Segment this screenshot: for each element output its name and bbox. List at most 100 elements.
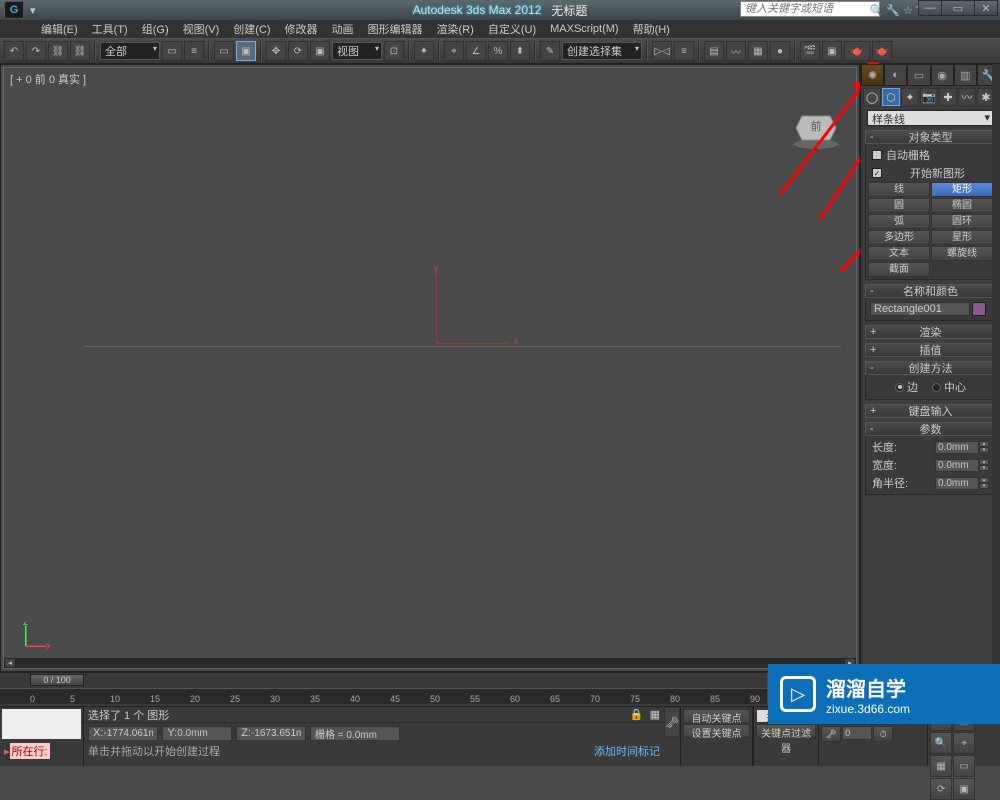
menu-maxscript[interactable]: MAXScript(M) — [544, 23, 624, 35]
named-sel-button[interactable]: ✎ — [540, 41, 560, 61]
menu-create[interactable]: 创建(C) — [227, 21, 276, 37]
ngon-button[interactable]: 多边形 — [868, 230, 930, 245]
line-button[interactable]: 线 — [868, 182, 930, 197]
edge-radio[interactable] — [895, 383, 904, 392]
menu-group[interactable]: 组(G) — [136, 21, 175, 37]
undo-button[interactable]: ↶ — [4, 41, 24, 61]
time-slider-handle[interactable]: 0 / 100 — [30, 674, 84, 686]
name-color-header[interactable]: -名称和颜色 — [865, 284, 996, 298]
select-rect-button[interactable]: ▭ — [214, 41, 234, 61]
search-box[interactable] — [740, 1, 880, 17]
text-button[interactable]: 文本 — [868, 246, 930, 261]
redo-button[interactable]: ↷ — [26, 41, 46, 61]
render-setup-button[interactable]: 🎬 — [800, 41, 820, 61]
object-type-header[interactable]: -对象类型 — [865, 130, 996, 144]
menu-tools[interactable]: 工具(T) — [86, 21, 134, 37]
move-button[interactable]: ✥ — [266, 41, 286, 61]
zoom-region-button[interactable]: ▭ — [953, 755, 975, 777]
hierarchy-tab[interactable]: ▭ — [907, 64, 930, 86]
autokey-button[interactable]: 自动关键点 — [683, 709, 750, 723]
geometry-category[interactable]: ◯ — [863, 88, 881, 106]
search-input[interactable] — [745, 3, 875, 15]
time-ruler[interactable]: 051015202530354045505560657075808590 — [0, 688, 767, 704]
menu-modifiers[interactable]: 修改器 — [279, 21, 324, 37]
object-name-input[interactable] — [870, 302, 970, 316]
ref-coord-dropdown[interactable]: 视图 — [332, 42, 382, 60]
render-frame-button[interactable]: ▣ — [822, 41, 842, 61]
layers-button[interactable]: ▤ — [704, 41, 724, 61]
time-slider[interactable]: 0 / 100 — [0, 673, 767, 688]
curve-editor-button[interactable]: 〰 — [726, 41, 746, 61]
menu-animation[interactable]: 动画 — [326, 21, 360, 37]
qat-dropdown-icon[interactable]: ▾ — [30, 4, 36, 17]
mirror-button[interactable]: ▷◁ — [652, 41, 672, 61]
command-panel-scrollbar[interactable] — [992, 64, 1000, 672]
align-button[interactable]: ≡ — [674, 41, 694, 61]
width-input[interactable] — [935, 459, 979, 472]
star-icon[interactable]: ☆ — [903, 4, 913, 17]
menu-edit[interactable]: 编辑(E) — [35, 21, 84, 37]
autogrid-checkbox[interactable] — [872, 150, 882, 160]
app-icon[interactable]: G — [4, 1, 24, 19]
fov-button[interactable]: ⌖ — [953, 732, 975, 754]
menu-grapheditors[interactable]: 图形编辑器 — [362, 21, 429, 37]
object-color-swatch[interactable] — [972, 302, 986, 316]
subcategory-dropdown[interactable]: 样条线 — [867, 110, 994, 126]
y-coord-input[interactable] — [177, 728, 227, 739]
corner-input[interactable] — [935, 477, 979, 490]
search-icon[interactable]: 🔍 — [870, 4, 884, 17]
keyfilter-button[interactable]: 关键点过滤器 — [756, 724, 816, 738]
setkey-button[interactable]: 设置关键点 — [683, 724, 750, 738]
lights-category[interactable]: ✦ — [901, 88, 919, 106]
schematic-button[interactable]: ▦ — [748, 41, 768, 61]
key-mode-button[interactable]: 🗝 — [821, 726, 841, 742]
manip-button[interactable]: ✦ — [414, 41, 434, 61]
pivot-button[interactable]: ⊡ — [384, 41, 404, 61]
method-header[interactable]: -创建方法 — [865, 361, 996, 375]
add-time-tag[interactable]: 添加时间标记 — [594, 743, 660, 759]
viewport-hscroll[interactable]: ◂ ▸ — [4, 658, 856, 668]
rotate-button[interactable]: ⟳ — [288, 41, 308, 61]
interp-header[interactable]: +插值 — [865, 343, 996, 357]
center-radio[interactable] — [932, 383, 941, 392]
helix-button[interactable]: 螺旋线 — [931, 246, 993, 261]
max-toggle-button[interactable]: ▣ — [953, 778, 975, 800]
select-window-button[interactable]: ▣ — [236, 41, 256, 61]
viewcube[interactable]: 前 — [792, 108, 840, 150]
startnew-checkbox[interactable]: ✓ — [872, 168, 882, 178]
select-name-button[interactable]: ≡ — [184, 41, 204, 61]
minimize-button[interactable]: — — [918, 0, 942, 16]
named-sel-dropdown[interactable]: 创建选择集 — [562, 42, 642, 60]
create-tab[interactable]: ✺ — [861, 64, 884, 86]
scale-button[interactable]: ▣ — [310, 41, 330, 61]
angle-snap-button[interactable]: ∠ — [466, 41, 486, 61]
shapes-category[interactable]: ⬡ — [882, 88, 900, 106]
helpers-category[interactable]: ✚ — [939, 88, 957, 106]
width-down[interactable]: ▾ — [979, 465, 989, 471]
coord-toggle-icon[interactable]: ▦ — [650, 708, 660, 721]
motion-tab[interactable]: ◉ — [931, 64, 954, 86]
unlink-button[interactable]: ⛓ — [70, 41, 90, 61]
spacewarps-category[interactable]: 〰 — [958, 88, 976, 106]
cameras-category[interactable]: 📷 — [920, 88, 938, 106]
selection-filter-dropdown[interactable]: 全部 — [100, 42, 160, 60]
params-header[interactable]: -参数 — [865, 422, 996, 436]
orbit-button[interactable]: ⟳ — [930, 778, 952, 800]
render-prod-button[interactable]: 🫖 — [872, 41, 892, 61]
donut-button[interactable]: 圆环 — [931, 214, 993, 229]
lock-icon[interactable]: 🔒 — [630, 708, 644, 721]
x-coord-input[interactable] — [103, 728, 153, 739]
corner-down[interactable]: ▾ — [979, 483, 989, 489]
length-down[interactable]: ▾ — [979, 447, 989, 453]
viewport-front[interactable]: [ + 0 前 0 真实 ] y x 前 z x ◂ ▸ — [3, 67, 857, 669]
length-input[interactable] — [935, 441, 979, 454]
viewport-label[interactable]: [ + 0 前 0 真实 ] — [10, 71, 86, 87]
link-button[interactable]: ⛓ — [48, 41, 68, 61]
ellipse-button[interactable]: 椭圆 — [931, 198, 993, 213]
key-icon[interactable]: 🔧 — [886, 4, 900, 17]
modify-tab[interactable]: ◐ — [884, 64, 907, 86]
zoom-button[interactable]: 🔍 — [930, 732, 952, 754]
star-button[interactable]: 星形 — [931, 230, 993, 245]
menu-rendering[interactable]: 渲染(R) — [431, 21, 480, 37]
render-header[interactable]: +渲染 — [865, 325, 996, 339]
